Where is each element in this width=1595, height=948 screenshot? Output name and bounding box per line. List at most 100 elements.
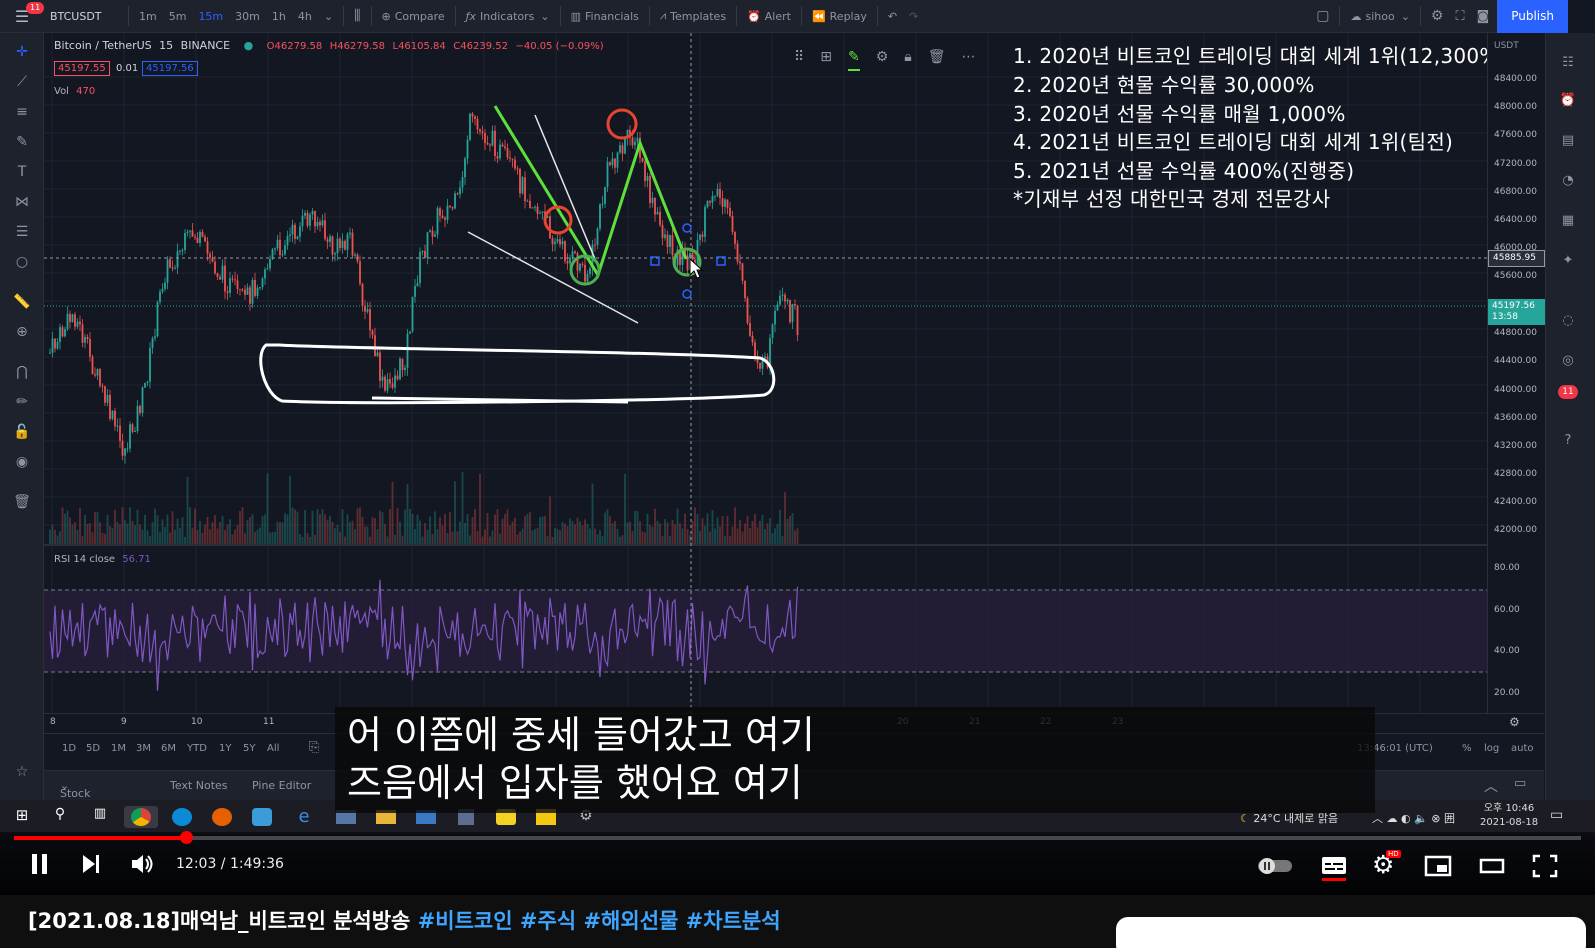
notifications-icon[interactable]: ▭ <box>1550 807 1563 823</box>
lock-icon[interactable]: 🔓 <box>12 423 32 441</box>
horizontal-lines-icon[interactable]: ≡ <box>12 103 32 121</box>
hashtag-link[interactable]: #주식 <box>520 909 576 933</box>
axis-settings-icon[interactable]: ⚙ <box>1509 715 1520 729</box>
range-3m[interactable]: 3M <box>136 743 151 754</box>
template-icon[interactable]: ⊞ <box>820 49 832 71</box>
rsi-legend[interactable]: RSI 14 close 56.71 <box>54 554 151 565</box>
interval-5m[interactable]: 5m <box>163 0 193 33</box>
percent-scale-toggle[interactable]: % <box>1462 743 1472 754</box>
hashtag-link[interactable]: #비트코인 <box>418 909 513 933</box>
zoom-in-icon[interactable]: ⊕ <box>12 323 32 341</box>
range-5d[interactable]: 5D <box>86 743 100 754</box>
goto-date-icon[interactable]: ⎘ <box>309 740 319 755</box>
pause-button[interactable] <box>28 852 52 880</box>
ideas-icon[interactable]: ✦ <box>1558 253 1578 271</box>
lock-icon[interactable]: 🔒︎ <box>904 49 911 71</box>
data-window-icon[interactable]: ▤ <box>1558 133 1578 151</box>
hotlist-icon[interactable]: ◔ <box>1558 173 1578 191</box>
chat-icon[interactable]: ◌ <box>1558 313 1578 331</box>
drag-handle-icon[interactable]: ⠿ <box>794 49 804 71</box>
candle-type-icon[interactable]: ⫼ <box>348 0 366 33</box>
interval-15m[interactable]: 15m <box>192 0 229 33</box>
progress-bar[interactable] <box>14 831 1581 844</box>
magnet-icon[interactable]: ⋂ <box>12 363 32 381</box>
sell-button[interactable]: 45197.55 <box>54 61 110 76</box>
interval-1h[interactable]: 1h <box>266 0 292 33</box>
indicators-button[interactable]: ƒx Indicators ⌄ <box>460 0 556 33</box>
auto-scale-toggle[interactable]: auto <box>1511 743 1534 754</box>
settings-icon[interactable]: ⚙ <box>876 49 889 71</box>
range-ytd[interactable]: YTD <box>187 743 207 754</box>
range-1y[interactable]: 1Y <box>219 743 231 754</box>
menu-button[interactable]: ☰ 11 <box>0 0 45 33</box>
eye-icon[interactable]: ◉ <box>12 453 32 471</box>
financials-button[interactable]: ▥ Financials <box>565 0 645 33</box>
range-1d[interactable]: 1D <box>62 743 76 754</box>
publish-button[interactable]: Publish <box>1497 0 1568 33</box>
collapse-panel-icon[interactable]: ︿ <box>1484 776 1498 796</box>
symbol-search[interactable]: BTCUSDT <box>44 0 124 33</box>
fullscreen-icon[interactable]: ⛶ <box>1449 0 1470 33</box>
prediction-icon[interactable]: ☰ <box>12 223 32 241</box>
trash-icon[interactable]: 🗑 <box>12 493 32 511</box>
tab-text-notes[interactable]: Text Notes <box>170 779 228 792</box>
volume-legend[interactable]: Vol 470 <box>54 86 95 97</box>
pair-name[interactable]: Bitcoin / TetherUS <box>54 39 152 52</box>
volume-button[interactable] <box>130 852 156 880</box>
side-card[interactable] <box>1116 917 1586 948</box>
range-6m[interactable]: 6M <box>161 743 176 754</box>
app-taskbar-icon[interactable] <box>250 806 274 828</box>
theater-mode-button[interactable] <box>1478 854 1506 882</box>
trendline-icon[interactable]: ⟋ <box>12 73 32 91</box>
camera-icon[interactable]: ◙ <box>1471 0 1496 33</box>
lock-drawing-icon[interactable]: ✏ <box>12 393 32 411</box>
search-icon[interactable]: ⚲ <box>48 806 72 828</box>
range-1m[interactable]: 1M <box>111 743 126 754</box>
autoplay-toggle[interactable] <box>1256 856 1296 878</box>
windows-start-icon[interactable]: ⊞ <box>10 806 34 828</box>
progress-scrubber[interactable] <box>180 831 194 844</box>
interval-4h[interactable]: 4h <box>292 0 318 33</box>
settings-button[interactable]: ⚙ HD <box>1372 850 1401 878</box>
subtitles-button[interactable] <box>1320 853 1348 885</box>
maximize-panel-icon[interactable]: ▭ <box>1514 776 1526 791</box>
crosshair-icon[interactable]: ✛ <box>12 43 32 61</box>
task-view-icon[interactable]: ▥ <box>88 806 112 828</box>
pattern-icon[interactable]: ⋈ <box>12 193 32 211</box>
line-color-icon[interactable]: ✎ <box>848 49 860 71</box>
video-frame[interactable]: ☰ 11 BTCUSDT 1m 5m 15m 30m 1h 4h ⌄ ⫼ ⊕ Co… <box>0 0 1595 895</box>
interval-1m[interactable]: 1m <box>133 0 163 33</box>
next-button[interactable] <box>79 852 103 880</box>
streams-icon[interactable]: ◎ <box>1558 353 1578 371</box>
hashtag-link[interactable]: #차트분석 <box>686 909 781 933</box>
hashtag-link[interactable]: #해외선물 <box>583 909 678 933</box>
edge-taskbar-icon[interactable] <box>170 806 194 828</box>
redo-icon[interactable]: ↷ <box>903 0 924 33</box>
star-icon[interactable]: ☆ <box>12 763 32 781</box>
delete-icon[interactable]: 🗑︎ <box>928 49 946 71</box>
user-menu[interactable]: ☁ sihoo ⌄ <box>1344 0 1415 33</box>
chrome-taskbar-icon[interactable] <box>124 806 158 828</box>
compare-button[interactable]: ⊕ Compare <box>376 0 451 33</box>
chevron-down-icon[interactable]: ⌄ <box>318 0 339 33</box>
replay-button[interactable]: ⏪ Replay <box>806 0 873 33</box>
text-icon[interactable]: T <box>12 163 32 181</box>
ruler-icon[interactable]: 📏 <box>12 293 32 311</box>
firefox-taskbar-icon[interactable] <box>210 806 234 828</box>
tray-icons[interactable]: ︿ ☁ ◐ 🔈 ⊗ 囲 <box>1372 810 1455 826</box>
watchlist-icon[interactable]: ☷ <box>1558 55 1578 73</box>
tab-pine-editor[interactable]: Pine Editor <box>252 779 311 792</box>
interval-30m[interactable]: 30m <box>229 0 266 33</box>
system-clock[interactable]: 오후 10:46 2021-08-18 <box>1480 802 1538 830</box>
price-scale[interactable]: USDT 48400.00 48000.00 47600.00 47200.00… <box>1487 33 1545 713</box>
alert-button[interactable]: ⏰ Alert <box>741 0 797 33</box>
log-scale-toggle[interactable]: log <box>1484 743 1499 754</box>
calendar-icon[interactable]: ▦ <box>1558 213 1578 231</box>
alerts-icon[interactable]: ⏰ <box>1558 93 1578 111</box>
undo-icon[interactable]: ↶ <box>882 0 903 33</box>
tab-stock-screener[interactable]: Stock Screener ⌄ <box>60 779 109 813</box>
ie-taskbar-icon[interactable]: e <box>292 806 316 828</box>
templates-button[interactable]: ⩘ Templates <box>654 0 732 33</box>
range-all[interactable]: All <box>267 743 279 754</box>
miniplayer-button[interactable] <box>1424 854 1452 882</box>
